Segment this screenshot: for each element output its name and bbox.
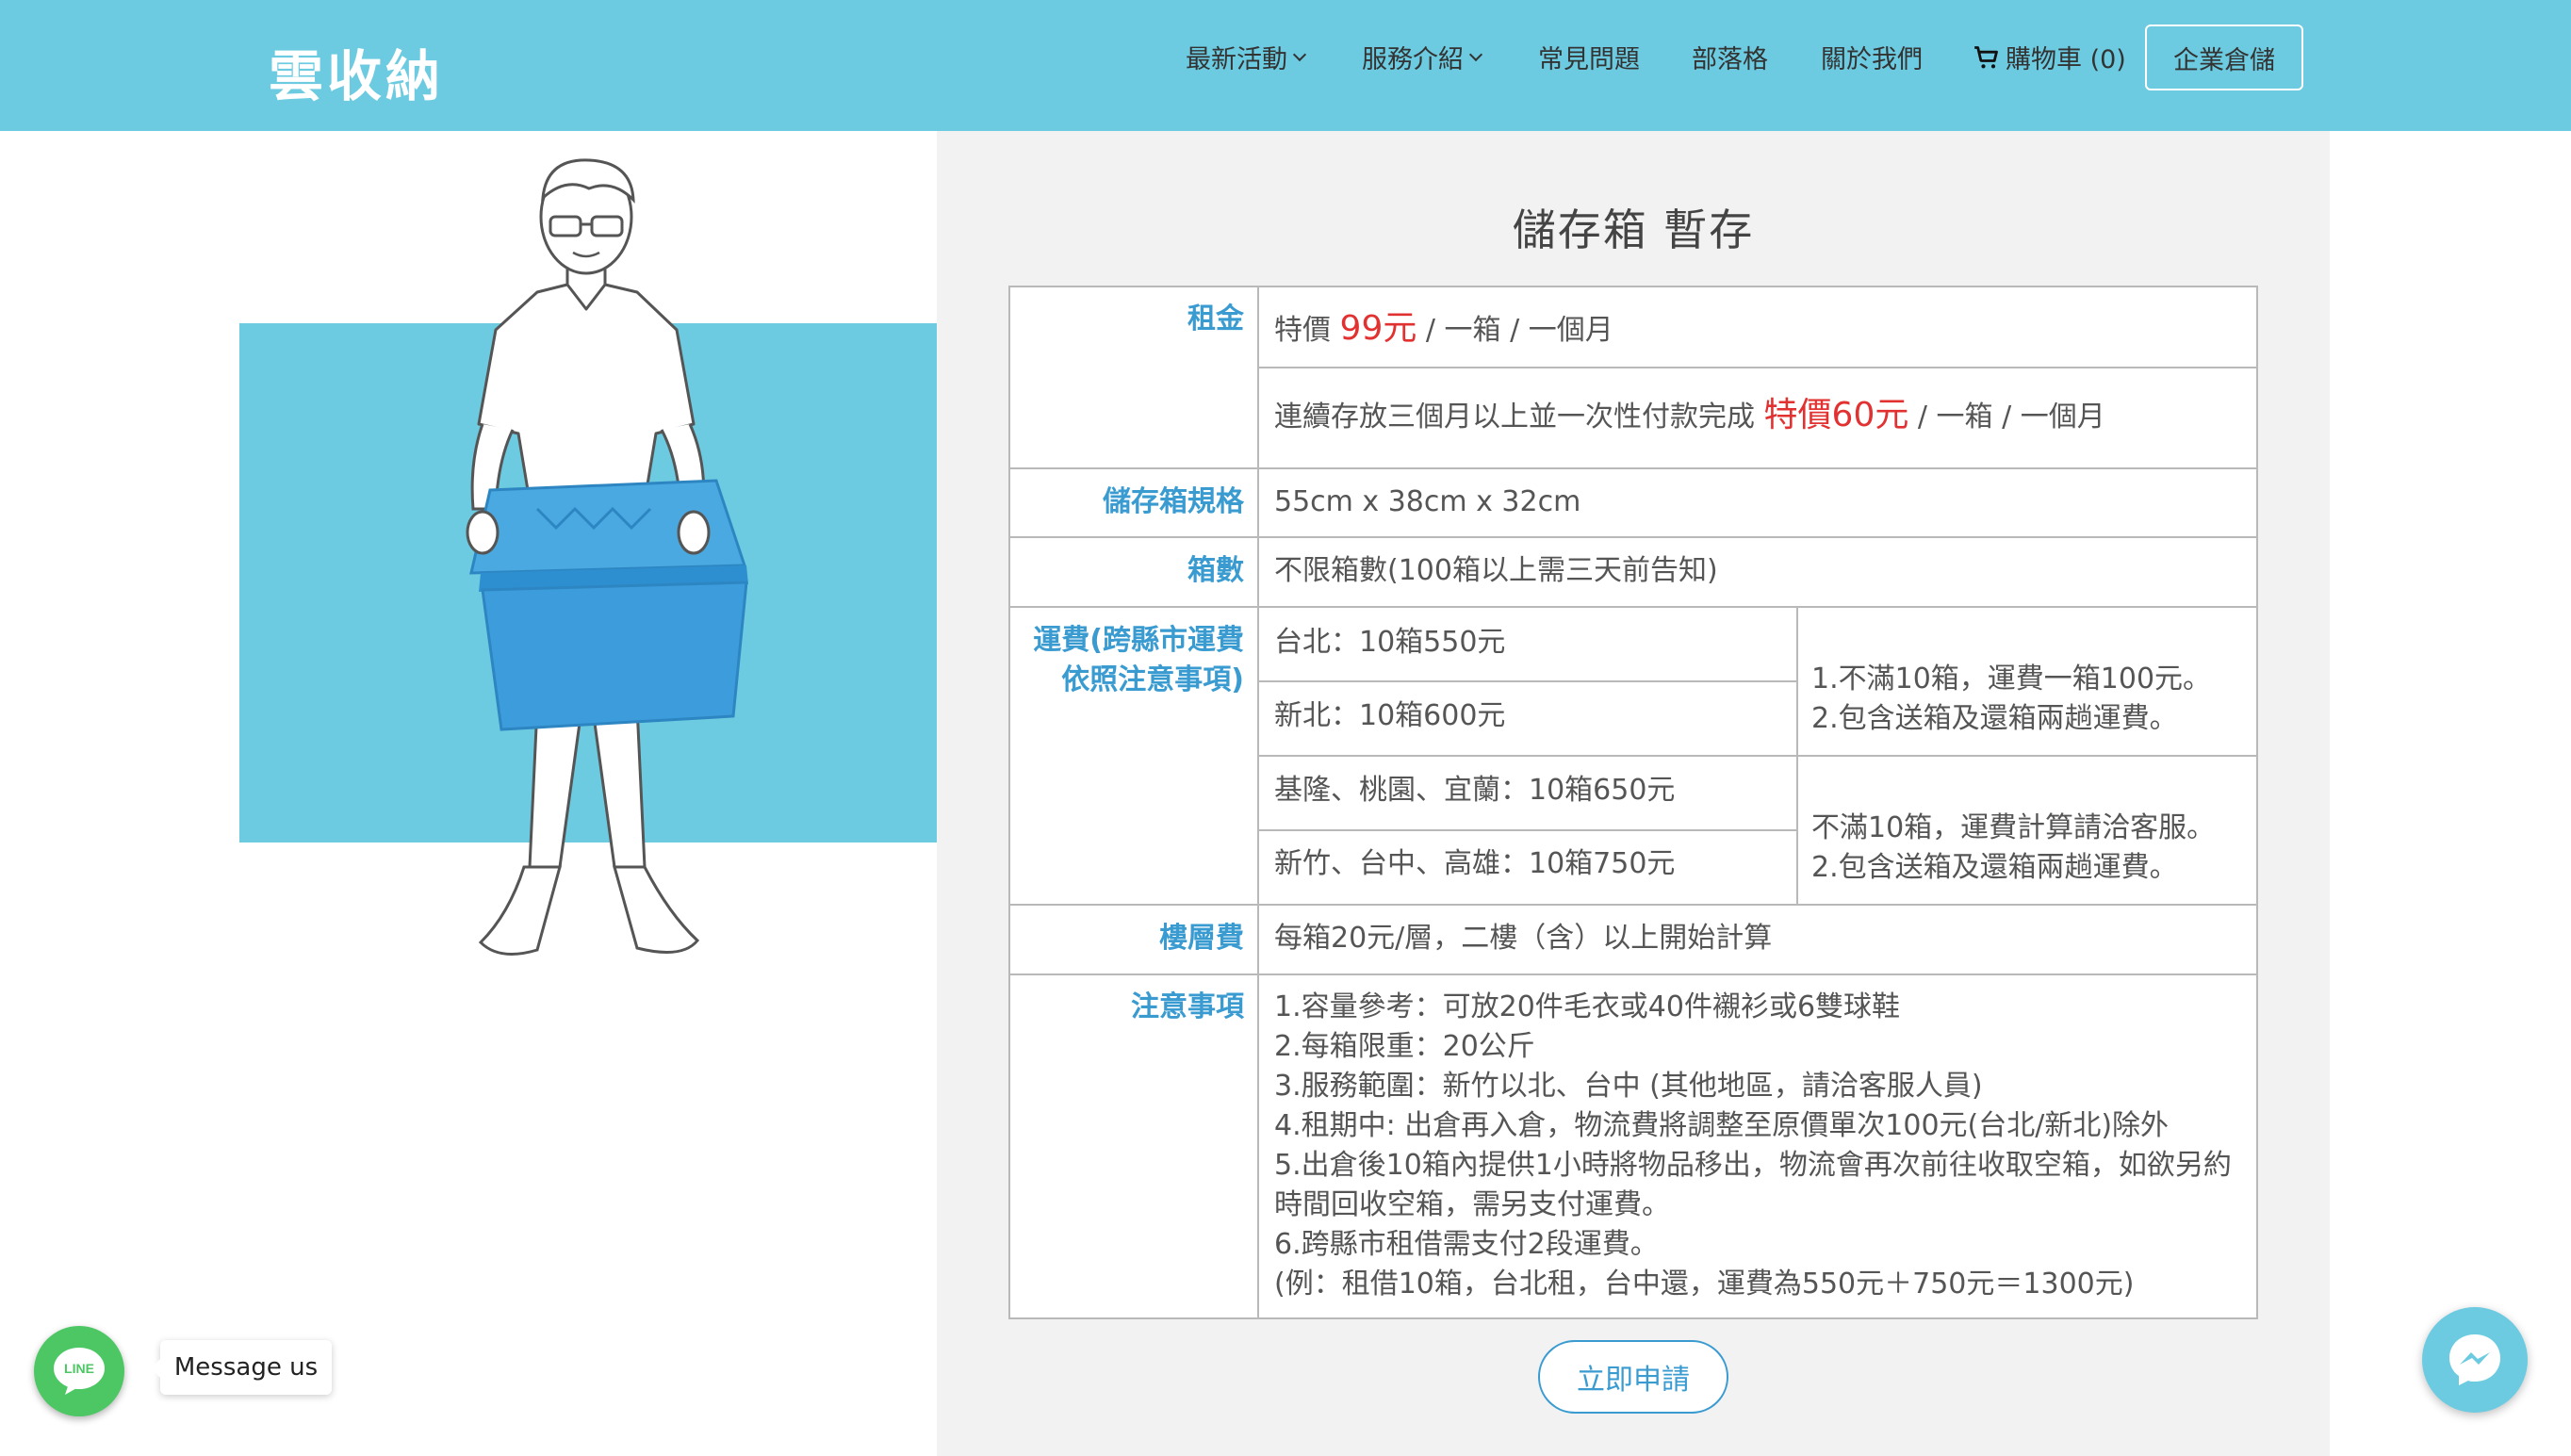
line-icon: LINE [54,1348,105,1395]
shipping-note-a: 1.不滿10箱，運費一箱100元。 2.包含送箱及還箱兩趟運費。 [1811,660,2211,739]
nav-services[interactable]: 服務介紹 [1362,39,1483,75]
site-header: 雲收納 最新活動 服務介紹 常見問題 部落格 關於我們 購物車 (0) 企業倉儲 [0,0,2571,131]
shipping-label: 運費(跨縣市運費 依照注意事項) [1008,621,1244,700]
spec-value: 55cm x 38cm x 32cm [1274,485,1581,518]
nav-cart-label: 購物車 (0) [2006,45,2126,74]
notes-list: 1.容量參考：可放20件毛衣或40件襯衫或6雙球鞋 2.每箱限重：20公斤 3.… [1274,988,2232,1304]
notes-line: 6.跨縣市租借需支付2段運費。 [1274,1228,1659,1261]
page-title: 儲存箱 暫存 [1512,204,1755,255]
shipping-note-a-line-1: 1.不滿10箱，運費一箱100元。 [1811,663,2212,695]
shipping-label-line-2: 依照注意事項) [1061,663,1244,696]
shipping-newtaipei: 新北：10箱600元 [1274,699,1506,732]
shipping-note-a-line-2: 2.包含送箱及還箱兩趟運費。 [1811,702,2178,735]
count-label: 箱數 [1187,554,1244,587]
nav-services-label: 服務介紹 [1362,45,1464,74]
rent-label: 租金 [1187,303,1244,335]
message-us-tooltip[interactable]: Message us [151,1340,332,1395]
shipping-note-b-line-2: 2.包含送箱及還箱兩趟運費。 [1811,851,2178,884]
notes-line: (例：租借10箱，台北租，台中還，運費為550元＋750元＝1300元) [1274,1268,2135,1301]
rent-row-1: 特價 99元 / 一箱 / 一個月 [1274,309,1613,351]
shipping-hsinchu: 新竹、台中、高雄：10箱750元 [1274,847,1676,880]
shipping-note-b-line-1: 不滿10箱，運費計算請洽客服。 [1811,811,2216,844]
apply-now-button[interactable]: 立即申請 [1538,1340,1728,1414]
nav-cart[interactable]: 購物車 (0) [1973,39,2126,75]
enterprise-storage-button[interactable]: 企業倉儲 [2145,25,2303,90]
line-chat-button[interactable]: LINE [34,1326,124,1416]
chevron-down-icon [1468,47,1483,61]
shipping-label-line-1: 運費(跨縣市運費 [1033,624,1244,657]
rent-row-1-suffix: / 一箱 / 一個月 [1417,314,1613,347]
nav-about[interactable]: 關於我們 [1821,39,1923,75]
rent-row-2: 連續存放三個月以上並一次性付款完成 特價60元 / 一箱 / 一個月 [1274,396,2105,437]
floor-label: 樓層費 [1159,922,1244,955]
nav-activities-label: 最新活動 [1186,45,1287,74]
messenger-icon [2449,1334,2500,1385]
notes-line: 4.租期中: 出倉再入倉，物流費將調整至原價單次100元(台北/新北)除外 [1274,1109,2170,1142]
rent-price-60: 特價60元 [1763,396,1909,434]
nav-blog[interactable]: 部落格 [1692,39,1768,75]
shipping-taipei: 台北：10箱550元 [1274,626,1506,659]
rent-row-2-prefix: 連續存放三個月以上並一次性付款完成 [1274,401,1764,434]
shipping-note-b: 不滿10箱，運費計算請洽客服。 2.包含送箱及還箱兩趟運費。 [1811,809,2215,888]
notes-line: 3.服務範圍：新竹以北、台中 (其他地區，請洽客服人員) [1274,1070,1983,1103]
notes-label: 注意事項 [1131,990,1244,1023]
line-icon-text: LINE [64,1361,94,1376]
notes-line: 2.每箱限重：20公斤 [1274,1030,1535,1063]
chevron-down-icon [1292,47,1307,61]
rent-price-99: 99元 [1339,309,1417,348]
notes-line: 1.容量參考：可放20件毛衣或40件襯衫或6雙球鞋 [1274,990,1901,1023]
cart-icon [1974,45,1998,68]
spec-label: 儲存箱規格 [1103,485,1244,518]
count-value: 不限箱數(100箱以上需三天前告知) [1274,554,1718,587]
notes-line: 5.出倉後10箱內提供1小時將物品移出，物流會再次前往收取空箱，如欲另約 [1274,1149,2232,1182]
notes-line: 時間回收空箱，需另支付運費。 [1274,1188,1670,1221]
shipping-keelung: 基隆、桃園、宜蘭：10箱650元 [1274,774,1676,807]
nav-faq[interactable]: 常見問題 [1538,39,1640,75]
person-holding-box-illustration [466,158,748,956]
messenger-chat-button[interactable] [2422,1307,2528,1413]
rent-row-2-suffix: / 一箱 / 一個月 [1908,401,2105,434]
site-logo[interactable]: 雲收納 [269,32,444,111]
nav-activities[interactable]: 最新活動 [1186,39,1307,75]
floor-value: 每箱20元/層，二樓（含）以上開始計算 [1274,922,1773,955]
rent-row-1-prefix: 特價 [1274,314,1340,347]
